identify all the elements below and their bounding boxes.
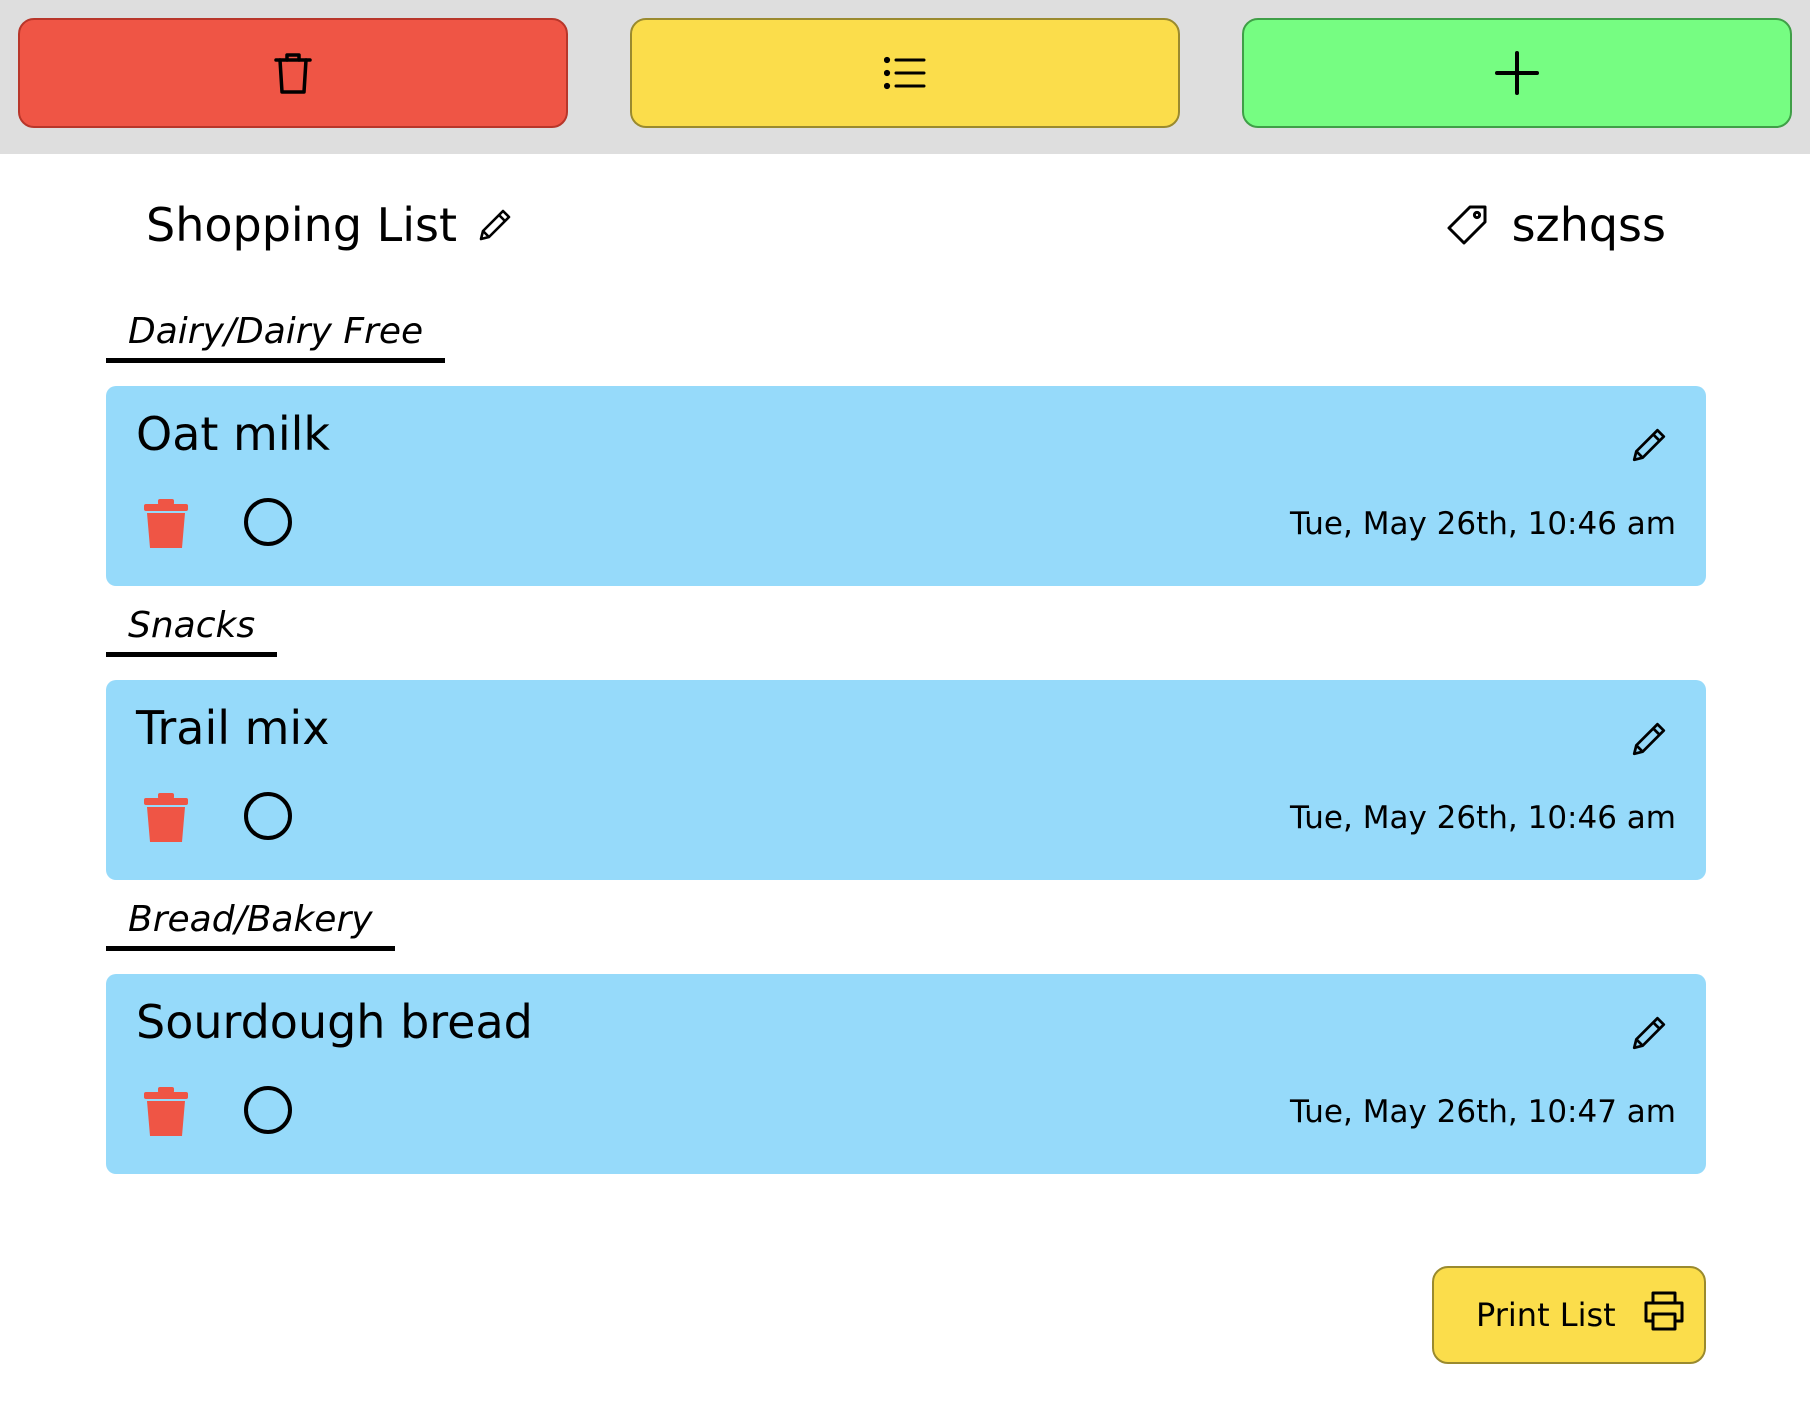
delete-item-icon[interactable] [142, 792, 190, 844]
edit-title-icon[interactable] [477, 207, 513, 243]
list-item: Oat milk Tue, May 26th, 10:46 am [106, 386, 1706, 586]
view-lists-button[interactable] [630, 18, 1180, 128]
delete-item-icon[interactable] [142, 498, 190, 550]
item-timestamp: Tue, May 26th, 10:46 am [1290, 506, 1676, 542]
plus-icon [1495, 51, 1539, 95]
checkbox-circle[interactable] [244, 792, 292, 840]
item-name: Oat milk [136, 407, 331, 461]
top-toolbar [0, 0, 1810, 154]
edit-item-icon[interactable] [1630, 426, 1668, 464]
category-label: Snacks [106, 600, 278, 657]
list-tag-text: szhqss [1511, 198, 1666, 252]
printer-icon [1642, 1290, 1686, 1340]
item-timestamp: Tue, May 26th, 10:47 am [1290, 1094, 1676, 1130]
category-label: Bread/Bakery [106, 894, 395, 951]
category-header: Dairy/Dairy Free [106, 306, 446, 366]
list-item: Sourdough bread Tue, May 26th, 10:47 am [106, 974, 1706, 1174]
checkbox-circle[interactable] [244, 1086, 292, 1134]
list-item: Trail mix Tue, May 26th, 10:46 am [106, 680, 1706, 880]
item-timestamp: Tue, May 26th, 10:46 am [1290, 800, 1676, 836]
delete-list-button[interactable] [18, 18, 568, 128]
trash-icon [273, 51, 313, 95]
list-icon [884, 56, 926, 90]
list-title: Shopping List [146, 190, 513, 260]
category-label: Dairy/Dairy Free [106, 306, 446, 363]
category-header: Snacks [106, 600, 278, 660]
print-list-label: Print List [1476, 1296, 1616, 1334]
item-name: Sourdough bread [136, 995, 533, 1049]
checkbox-circle[interactable] [244, 498, 292, 546]
item-name: Trail mix [136, 701, 330, 755]
edit-item-icon[interactable] [1630, 1014, 1668, 1052]
delete-item-icon[interactable] [142, 1086, 190, 1138]
add-item-button[interactable] [1242, 18, 1792, 128]
list-tag: szhqss [1446, 190, 1666, 260]
list-title-text: Shopping List [146, 198, 458, 252]
tag-icon [1446, 204, 1488, 246]
print-list-button[interactable]: Print List [1432, 1266, 1706, 1364]
category-header: Bread/Bakery [106, 894, 395, 954]
edit-item-icon[interactable] [1630, 720, 1668, 758]
